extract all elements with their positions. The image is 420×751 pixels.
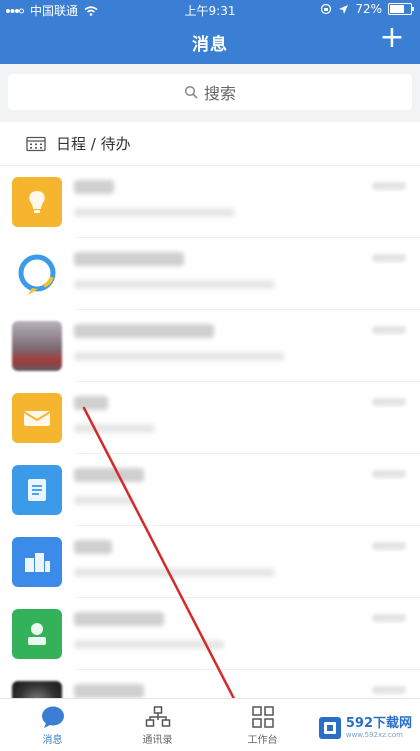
list-item[interactable] [0, 526, 420, 598]
page-title: 消息 [192, 35, 228, 55]
blurred-time [372, 686, 406, 694]
tab-contacts[interactable]: 通讯录 [105, 699, 210, 751]
blurred-title [74, 180, 114, 194]
blurred-subtitle [74, 496, 134, 505]
search-placeholder: 搜索 [203, 84, 236, 103]
list-item[interactable] [0, 382, 420, 454]
blurred-time [372, 326, 406, 334]
watermark-url: www.592xz.com [345, 731, 403, 739]
blurred-title [74, 252, 184, 266]
battery-icon [388, 3, 414, 15]
list-item-body [74, 238, 420, 310]
battery-percent: 72% [355, 2, 382, 16]
tab-messages-label: 消息 [42, 735, 63, 746]
blurred-title [74, 396, 108, 410]
message-icon [41, 706, 64, 728]
list-item-body [74, 598, 420, 670]
blurred-title [74, 540, 112, 554]
blurred-time [372, 254, 406, 262]
blurred-time [372, 614, 406, 622]
blurred-subtitle [74, 280, 274, 289]
schedule-todo-row[interactable]: 日程 / 待办 [0, 122, 420, 166]
blurred-subtitle [74, 208, 234, 217]
tab-contacts-label: 通讯录 [142, 735, 173, 746]
blurred-time [372, 182, 406, 190]
watermark-text: 592下载网 [345, 716, 412, 731]
watermark-text-group: 592下载网 www.592xz.com [346, 717, 412, 739]
watermark: 592下载网 www.592xz.com [317, 713, 412, 743]
tab-messages[interactable]: 消息 [0, 699, 105, 751]
add-button[interactable]: + [378, 23, 406, 53]
battery-fill [390, 5, 405, 13]
conversation-list [0, 166, 420, 742]
tab-workbench-label: 工作台 [247, 735, 278, 746]
blurred-time [372, 542, 406, 550]
list-item-body [74, 310, 420, 382]
document-icon [12, 465, 62, 515]
location-icon [339, 4, 349, 14]
status-right: 72% [320, 2, 414, 16]
watermark-logo [318, 717, 341, 739]
schedule-label: 日程 / 待办 [56, 135, 131, 153]
list-item[interactable] [0, 454, 420, 526]
blurred-title [74, 324, 214, 338]
list-item[interactable] [0, 310, 420, 382]
contacts-icon [145, 706, 170, 727]
calendar-icon [26, 136, 46, 151]
list-item[interactable] [0, 238, 420, 310]
orientation-lock-icon [321, 3, 332, 15]
search-icon [184, 85, 198, 99]
person-icon [12, 609, 62, 659]
blurred-subtitle [74, 568, 274, 577]
search-input[interactable]: 搜索 [8, 74, 412, 110]
status-bar: 中国联通 上午9:31 72% [0, 0, 420, 20]
tab-workbench[interactable]: 工作台 [210, 699, 315, 751]
list-item-body [74, 454, 420, 526]
app-header: 中国联通 上午9:31 72% 消息 + [0, 0, 420, 64]
building-icon [12, 537, 62, 587]
search-section: 搜索 [0, 64, 420, 122]
blurred-title [74, 684, 144, 698]
blurred-title [74, 612, 164, 626]
blurred-subtitle [74, 352, 284, 361]
blurred-subtitle [74, 640, 224, 649]
blurred-time [372, 398, 406, 406]
chat-bubble-icon [12, 249, 62, 299]
bulb-icon [12, 177, 62, 227]
workbench-icon [251, 706, 274, 728]
blurred-subtitle [74, 424, 154, 433]
blurred-time [372, 470, 406, 478]
list-item-body [74, 526, 420, 598]
list-item-body [74, 382, 420, 454]
list-item[interactable] [0, 166, 420, 238]
envelope-icon [12, 393, 62, 443]
list-item[interactable] [0, 598, 420, 670]
blurred-title [74, 468, 144, 482]
photo-avatar [12, 321, 62, 371]
list-item-body [74, 166, 420, 238]
